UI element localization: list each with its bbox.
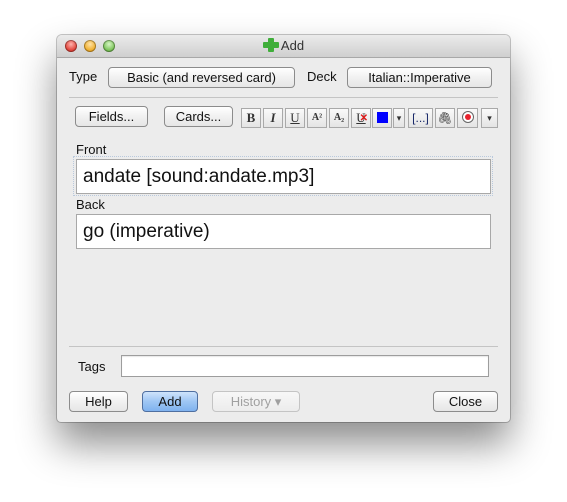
- superscript-icon: A²: [311, 112, 323, 123]
- chevron-down-icon: ▾: [396, 113, 402, 123]
- add-dialog-window: Add Type Basic (and reversed card) Deck …: [57, 35, 510, 422]
- title-bar[interactable]: Add: [57, 35, 510, 58]
- add-plus-icon: [262, 38, 279, 52]
- text-color-button[interactable]: [372, 108, 392, 128]
- cloze-button[interactable]: [...]: [408, 108, 433, 128]
- bottom-separator: [69, 346, 498, 347]
- tags-label: Tags: [78, 359, 106, 374]
- record-button[interactable]: [457, 108, 478, 128]
- subscript-icon: A₂: [333, 112, 345, 123]
- bold-button[interactable]: B: [241, 108, 261, 128]
- note-type-button[interactable]: Basic (and reversed card): [108, 67, 295, 88]
- italic-icon: I: [270, 110, 276, 125]
- red-x-icon: ✕: [359, 113, 368, 124]
- record-icon: [461, 111, 474, 123]
- window-title-text: Add: [280, 38, 305, 53]
- front-field[interactable]: andate [sound:andate.mp3]: [76, 159, 491, 194]
- cloze-icon: [...]: [412, 111, 429, 125]
- tags-input[interactable]: [121, 355, 489, 377]
- chevron-down-icon: ▾: [487, 113, 492, 123]
- deck-button[interactable]: Italian::Imperative: [347, 67, 492, 88]
- window-title: Add: [57, 38, 510, 53]
- text-color-dropdown-button[interactable]: ▾: [393, 108, 405, 128]
- deck-label: Deck: [307, 69, 337, 84]
- close-button[interactable]: Close: [433, 391, 498, 412]
- underline-icon: U: [290, 110, 300, 125]
- italic-button[interactable]: I: [263, 108, 283, 128]
- fields-button[interactable]: Fields...: [75, 106, 148, 127]
- help-button[interactable]: Help: [69, 391, 128, 412]
- add-button[interactable]: Add: [142, 391, 198, 412]
- history-button[interactable]: History ▾: [212, 391, 300, 412]
- front-label: Front: [76, 142, 107, 157]
- more-dropdown-button[interactable]: ▾: [481, 108, 498, 128]
- superscript-button[interactable]: A²: [307, 108, 327, 128]
- paperclip-icon: 🖇: [437, 111, 453, 125]
- type-label: Type: [69, 69, 98, 84]
- attach-button[interactable]: 🖇: [435, 108, 455, 128]
- underline-button[interactable]: U: [285, 108, 305, 128]
- clear-formatting-button[interactable]: U ✕: [351, 108, 371, 128]
- back-label: Back: [76, 197, 105, 212]
- top-separator: [69, 97, 498, 98]
- subscript-button[interactable]: A₂: [329, 108, 349, 128]
- cards-button[interactable]: Cards...: [164, 106, 233, 127]
- color-swatch-icon: [376, 112, 388, 123]
- back-field[interactable]: go (imperative): [76, 214, 491, 249]
- bold-icon: B: [246, 110, 256, 125]
